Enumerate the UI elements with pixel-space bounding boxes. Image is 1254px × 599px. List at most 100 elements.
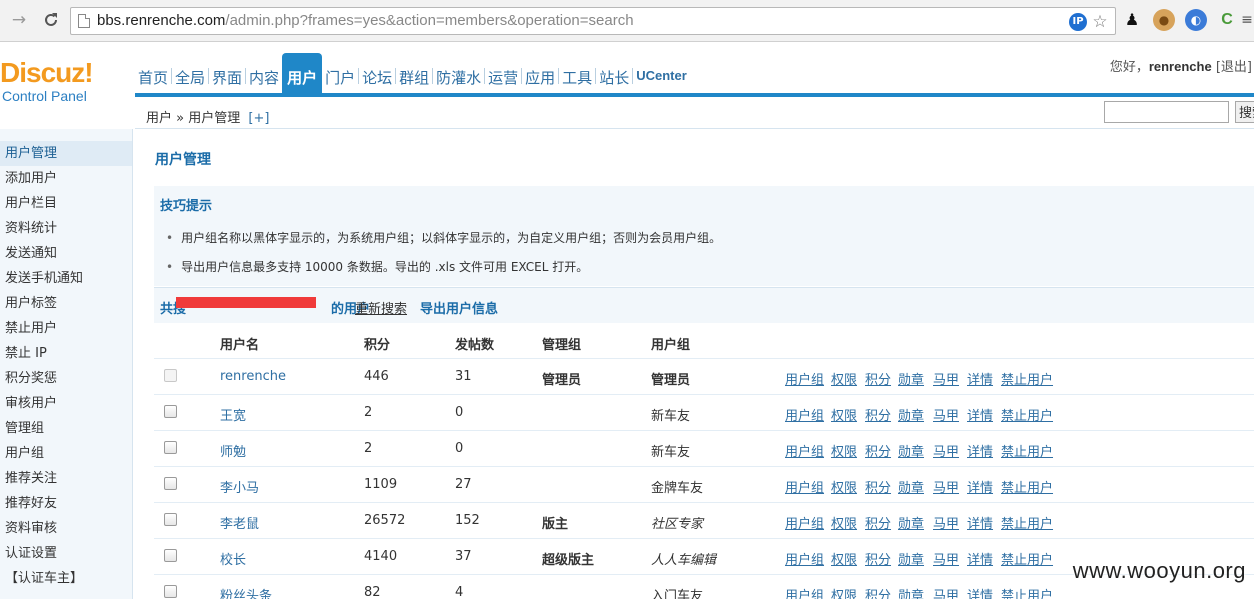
username-link[interactable]: 王宽 — [220, 405, 246, 424]
permissions-link[interactable]: 权限 — [831, 513, 857, 532]
usergroup-link[interactable]: 用户组 — [785, 405, 824, 424]
ban-user-link[interactable]: 禁止用户 — [1001, 405, 1053, 424]
sidebar-item-credit-rewards[interactable]: 积分奖惩 — [0, 366, 132, 391]
medals-link[interactable]: 勋章 — [898, 477, 924, 496]
credits-link[interactable]: 积分 — [865, 477, 891, 496]
medals-link[interactable]: 勋章 — [898, 549, 924, 568]
topnav-portal[interactable]: 门户 — [322, 53, 358, 93]
credits-link[interactable]: 积分 — [865, 369, 891, 388]
url-text[interactable]: bbs.renrenche.com/admin.php?frames=yes&a… — [97, 12, 634, 29]
sidebar-item-user-columns[interactable]: 用户栏目 — [0, 191, 132, 216]
ban-user-link[interactable]: 禁止用户 — [1001, 477, 1053, 496]
alias-link[interactable]: 马甲 — [933, 477, 959, 496]
details-link[interactable]: 详情 — [967, 369, 993, 388]
row-checkbox[interactable] — [164, 477, 177, 490]
sidebar-item-send-sms[interactable]: 发送手机通知 — [0, 266, 132, 291]
extension-cookie-icon[interactable]: ● — [1153, 9, 1175, 31]
topnav-group[interactable]: 群组 — [396, 53, 432, 93]
alias-link[interactable]: 马甲 — [933, 405, 959, 424]
alias-link[interactable]: 马甲 — [933, 549, 959, 568]
sidebar-item-send-notice[interactable]: 发送通知 — [0, 241, 132, 266]
details-link[interactable]: 详情 — [967, 477, 993, 496]
sidebar-item-admin-groups[interactable]: 管理组 — [0, 416, 132, 441]
topnav-forum[interactable]: 论坛 — [359, 53, 395, 93]
sidebar-item-profile-review[interactable]: 资料审核 — [0, 516, 132, 541]
reload-icon[interactable] — [40, 9, 62, 31]
sidebar-item-add-user[interactable]: 添加用户 — [0, 166, 132, 191]
permissions-link[interactable]: 权限 — [831, 405, 857, 424]
credits-link[interactable]: 积分 — [865, 405, 891, 424]
username-link[interactable]: 李老鼠 — [220, 513, 259, 532]
ban-user-link[interactable]: 禁止用户 — [1001, 369, 1053, 388]
topnav-user[interactable]: 用户 — [282, 53, 323, 93]
ban-user-link[interactable]: 禁止用户 — [1001, 441, 1053, 460]
alias-link[interactable]: 马甲 — [933, 369, 959, 388]
row-checkbox[interactable] — [164, 405, 177, 418]
medals-link[interactable]: 勋章 — [898, 369, 924, 388]
research-link[interactable]: 重新搜索 — [355, 298, 407, 317]
credits-link[interactable]: 积分 — [865, 441, 891, 460]
username-link[interactable]: renrenche — [220, 369, 286, 384]
medals-link[interactable]: 勋章 — [898, 441, 924, 460]
topnav-tools[interactable]: 工具 — [559, 53, 595, 93]
sidebar-item-user-tags[interactable]: 用户标签 — [0, 291, 132, 316]
medals-link[interactable]: 勋章 — [898, 405, 924, 424]
export-users-link[interactable]: 导出用户信息 — [420, 298, 498, 317]
details-link[interactable]: 详情 — [967, 513, 993, 532]
details-link[interactable]: 详情 — [967, 441, 993, 460]
row-checkbox[interactable] — [164, 441, 177, 454]
breadcrumb-parent[interactable]: 用户 — [146, 111, 172, 126]
row-checkbox[interactable] — [164, 549, 177, 562]
usergroup-link[interactable]: 用户组 — [785, 477, 824, 496]
username-link[interactable]: 粉丝头条 — [220, 585, 272, 599]
row-checkbox[interactable] — [164, 585, 177, 598]
username-link[interactable]: 李小马 — [220, 477, 259, 496]
medals-link[interactable]: 勋章 — [898, 513, 924, 532]
username-link[interactable]: 校长 — [220, 549, 246, 568]
back-arrow-icon[interactable]: → — [8, 9, 30, 31]
permissions-link[interactable]: 权限 — [831, 477, 857, 496]
ip-badge-icon[interactable]: IP — [1069, 13, 1087, 31]
sidebar-item-profile-stats[interactable]: 资料统计 — [0, 216, 132, 241]
sidebar-item-user-groups[interactable]: 用户组 — [0, 441, 132, 466]
sidebar-item-recommend-friends[interactable]: 推荐好友 — [0, 491, 132, 516]
permissions-link[interactable]: 权限 — [831, 585, 857, 599]
usergroup-link[interactable]: 用户组 — [785, 549, 824, 568]
sidebar-item-verified-owner[interactable]: 【认证车主】 — [0, 566, 132, 591]
usergroup-link[interactable]: 用户组 — [785, 369, 824, 388]
topnav-founder[interactable]: 站长 — [596, 53, 632, 93]
topnav-antispam[interactable]: 防灌水 — [433, 53, 484, 93]
extension-c-icon[interactable]: C — [1216, 9, 1238, 31]
permissions-link[interactable]: 权限 — [831, 441, 857, 460]
usergroup-link[interactable]: 用户组 — [785, 585, 824, 599]
details-link[interactable]: 详情 — [967, 585, 993, 599]
username-link[interactable]: 师勉 — [220, 441, 246, 460]
extension-person-icon[interactable]: ♟ — [1121, 9, 1143, 31]
sidebar-item-ban-ip[interactable]: 禁止 IP — [0, 341, 132, 366]
alias-link[interactable]: 马甲 — [933, 585, 959, 599]
topnav-operation[interactable]: 运营 — [485, 53, 521, 93]
sidebar-item-verify-settings[interactable]: 认证设置 — [0, 541, 132, 566]
usergroup-link[interactable]: 用户组 — [785, 441, 824, 460]
usergroup-link[interactable]: 用户组 — [785, 513, 824, 532]
sidebar-item-moderate-users[interactable]: 审核用户 — [0, 391, 132, 416]
topnav-content[interactable]: 内容 — [246, 53, 282, 93]
alias-link[interactable]: 马甲 — [933, 441, 959, 460]
sidebar-item-ban-user[interactable]: 禁止用户 — [0, 316, 132, 341]
add-shortcut-button[interactable]: [+] — [248, 111, 269, 126]
alias-link[interactable]: 马甲 — [933, 513, 959, 532]
extension-globe-icon[interactable]: ◐ — [1185, 9, 1207, 31]
sidebar-item-user-management[interactable]: 用户管理 — [0, 141, 132, 166]
topnav-apps[interactable]: 应用 — [522, 53, 558, 93]
topnav-global[interactable]: 全局 — [172, 53, 208, 93]
bookmark-star-icon[interactable]: ☆ — [1091, 13, 1109, 31]
logout-link[interactable]: [退出] — [1216, 60, 1252, 75]
credits-link[interactable]: 积分 — [865, 585, 891, 599]
row-checkbox[interactable] — [164, 513, 177, 526]
topnav-style[interactable]: 界面 — [209, 53, 245, 93]
menu-search-button[interactable]: 搜索 — [1235, 101, 1254, 123]
permissions-link[interactable]: 权限 — [831, 549, 857, 568]
credits-link[interactable]: 积分 — [865, 549, 891, 568]
ban-user-link[interactable]: 禁止用户 — [1001, 513, 1053, 532]
medals-link[interactable]: 勋章 — [898, 585, 924, 599]
